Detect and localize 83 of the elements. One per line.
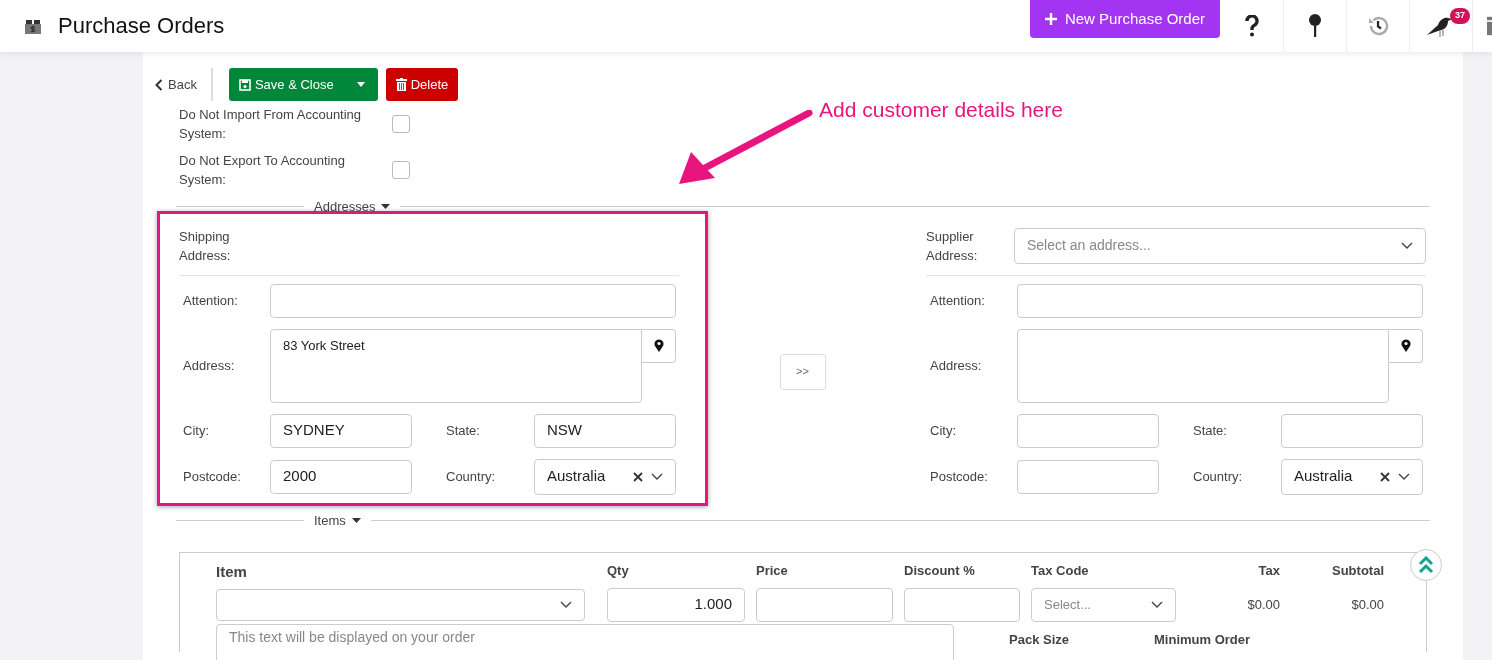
block-title: Supplier Address: (926, 227, 979, 265)
save-close-button[interactable]: Save & Close (228, 68, 344, 101)
location-pin-icon (1400, 339, 1411, 352)
column-header: Qty (607, 562, 630, 580)
address-textarea[interactable]: 83 York Street (270, 328, 642, 403)
country-select[interactable]: Australia (534, 458, 676, 495)
cash-box-icon (24, 17, 42, 35)
field-label: City: (929, 421, 957, 440)
pin-icon[interactable] (1308, 14, 1322, 38)
description-field[interactable]: This text will be displayed on your order (216, 623, 954, 660)
field-label: Address: (929, 356, 983, 375)
dropdown-toggle[interactable] (343, 68, 378, 101)
country-select[interactable]: Australia (1281, 458, 1423, 495)
collapse-button[interactable] (1410, 549, 1442, 581)
column-header: Tax Code (1031, 562, 1090, 580)
trash-icon (395, 78, 407, 91)
chevron-down-icon (560, 600, 572, 609)
double-chevron-up-icon (1418, 556, 1434, 574)
pack-size-label: Pack Size (1009, 630, 1069, 649)
chevron-left-icon (155, 78, 163, 91)
input-field[interactable] (1281, 413, 1423, 448)
option-label: Do Not Export To Accounting System: (179, 152, 346, 189)
save-icon (238, 78, 251, 91)
checkbox[interactable] (392, 115, 410, 133)
chevron-down-icon (1401, 241, 1413, 250)
minimum-order-label: Minimum Order (1154, 630, 1251, 649)
history-icon[interactable] (1367, 15, 1389, 37)
field-label: Address: (182, 356, 236, 375)
address-select[interactable]: Select an address... (1014, 227, 1426, 264)
input-field[interactable] (270, 283, 676, 318)
clear-icon[interactable] (1380, 471, 1390, 482)
discount-field[interactable] (904, 587, 1020, 622)
input-field[interactable]: 2000 (270, 459, 412, 494)
location-button[interactable] (1389, 328, 1423, 363)
chevron-down-icon (651, 472, 663, 481)
field-label: Country: (1192, 467, 1244, 486)
plus-icon (1044, 13, 1057, 25)
field-label: Postcode: (182, 467, 242, 486)
price-field[interactable] (756, 587, 893, 622)
page-title: Purchase Orders (58, 12, 225, 40)
input-field[interactable]: NSW (534, 413, 676, 448)
item-select[interactable] (216, 588, 585, 621)
caret-icon (355, 81, 366, 88)
column-header: Item (216, 562, 248, 582)
field-label: Postcode: (929, 467, 989, 486)
field-label: State: (445, 421, 481, 440)
help-icon[interactable] (1243, 15, 1260, 37)
notification-badge: 37 (1450, 8, 1470, 24)
field-label: Attention: (929, 291, 986, 310)
section-toggle[interactable]: Items (304, 510, 371, 530)
input-field[interactable] (1017, 283, 1423, 318)
subtotal-amount: $0.00 (1350, 595, 1384, 614)
caret-icon (381, 204, 391, 210)
section-toggle[interactable]: Addresses (304, 197, 401, 217)
clear-icon[interactable] (633, 471, 643, 482)
input-field[interactable] (1017, 413, 1159, 448)
column-header: Price (756, 562, 789, 580)
checkbox[interactable] (392, 161, 410, 179)
block-title: Shipping Address: (179, 227, 232, 265)
tax-code-select[interactable]: Select... (1031, 587, 1176, 622)
annotation-text: Add customer details here (819, 97, 1063, 123)
delete-button[interactable]: Delete (385, 68, 459, 101)
caret-icon (351, 517, 361, 523)
location-pin-icon (653, 339, 664, 352)
field-label: Country: (445, 467, 497, 486)
info-icon[interactable] (1487, 15, 1492, 37)
qty-field[interactable]: 1.000 (607, 587, 745, 622)
field-label: City: (182, 421, 210, 440)
back-link[interactable]: Back (155, 68, 213, 101)
chevron-down-icon (1398, 472, 1410, 481)
input-field[interactable] (1017, 459, 1159, 494)
chevron-down-icon (1151, 600, 1163, 609)
location-button[interactable] (642, 328, 676, 363)
column-header: Tax (1257, 562, 1280, 580)
field-label: State: (1192, 421, 1228, 440)
copy-address-button[interactable]: >> (779, 353, 826, 390)
column-header: Subtotal (1331, 562, 1384, 580)
field-label: Attention: (182, 291, 239, 310)
new-purchase-order-button[interactable]: New Purchase Order (1029, 0, 1220, 38)
tax-amount: $0.00 (1246, 595, 1280, 614)
input-field[interactable]: SYDNEY (270, 413, 412, 448)
option-label: Do Not Import From Accounting System: (179, 106, 363, 143)
column-header: Discount % (904, 562, 976, 580)
